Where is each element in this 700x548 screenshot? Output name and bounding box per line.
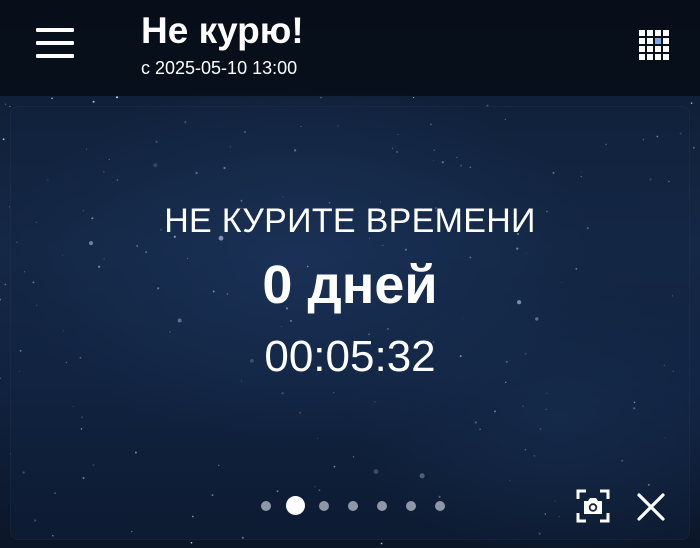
menu-button[interactable] bbox=[36, 28, 74, 58]
camera-screenshot-icon bbox=[576, 489, 610, 523]
close-button[interactable] bbox=[636, 492, 666, 522]
quit-date-subtitle: с 2025-05-10 13:00 bbox=[141, 58, 298, 78]
app-screen: Не курю! с 2025-05-10 13:00 НЕ КУРИТЕ ВР… bbox=[0, 0, 700, 548]
pager-dot[interactable] bbox=[406, 501, 416, 511]
days-counter: 0 дней bbox=[262, 255, 438, 315]
pager-dot[interactable] bbox=[435, 501, 445, 511]
apps-button[interactable] bbox=[638, 29, 670, 61]
pager-dot[interactable] bbox=[261, 501, 271, 511]
grid-apps-icon bbox=[639, 30, 669, 60]
screenshot-button[interactable] bbox=[576, 489, 610, 523]
pager-dot[interactable] bbox=[285, 496, 305, 515]
pager-dot[interactable] bbox=[319, 501, 329, 511]
top-bar: Не курю! с 2025-05-10 13:00 bbox=[0, 0, 700, 96]
pager-dot[interactable] bbox=[348, 501, 358, 511]
close-icon bbox=[637, 493, 665, 521]
counter-card[interactable]: НЕ КУРИТЕ ВРЕМЕНИ 0 дней 00:05:32 bbox=[10, 106, 690, 540]
pager-dot[interactable] bbox=[377, 501, 387, 511]
counter-label: НЕ КУРИТЕ ВРЕМЕНИ bbox=[164, 202, 536, 240]
time-counter: 00:05:32 bbox=[264, 332, 436, 381]
page-title: Не курю! bbox=[141, 10, 304, 51]
